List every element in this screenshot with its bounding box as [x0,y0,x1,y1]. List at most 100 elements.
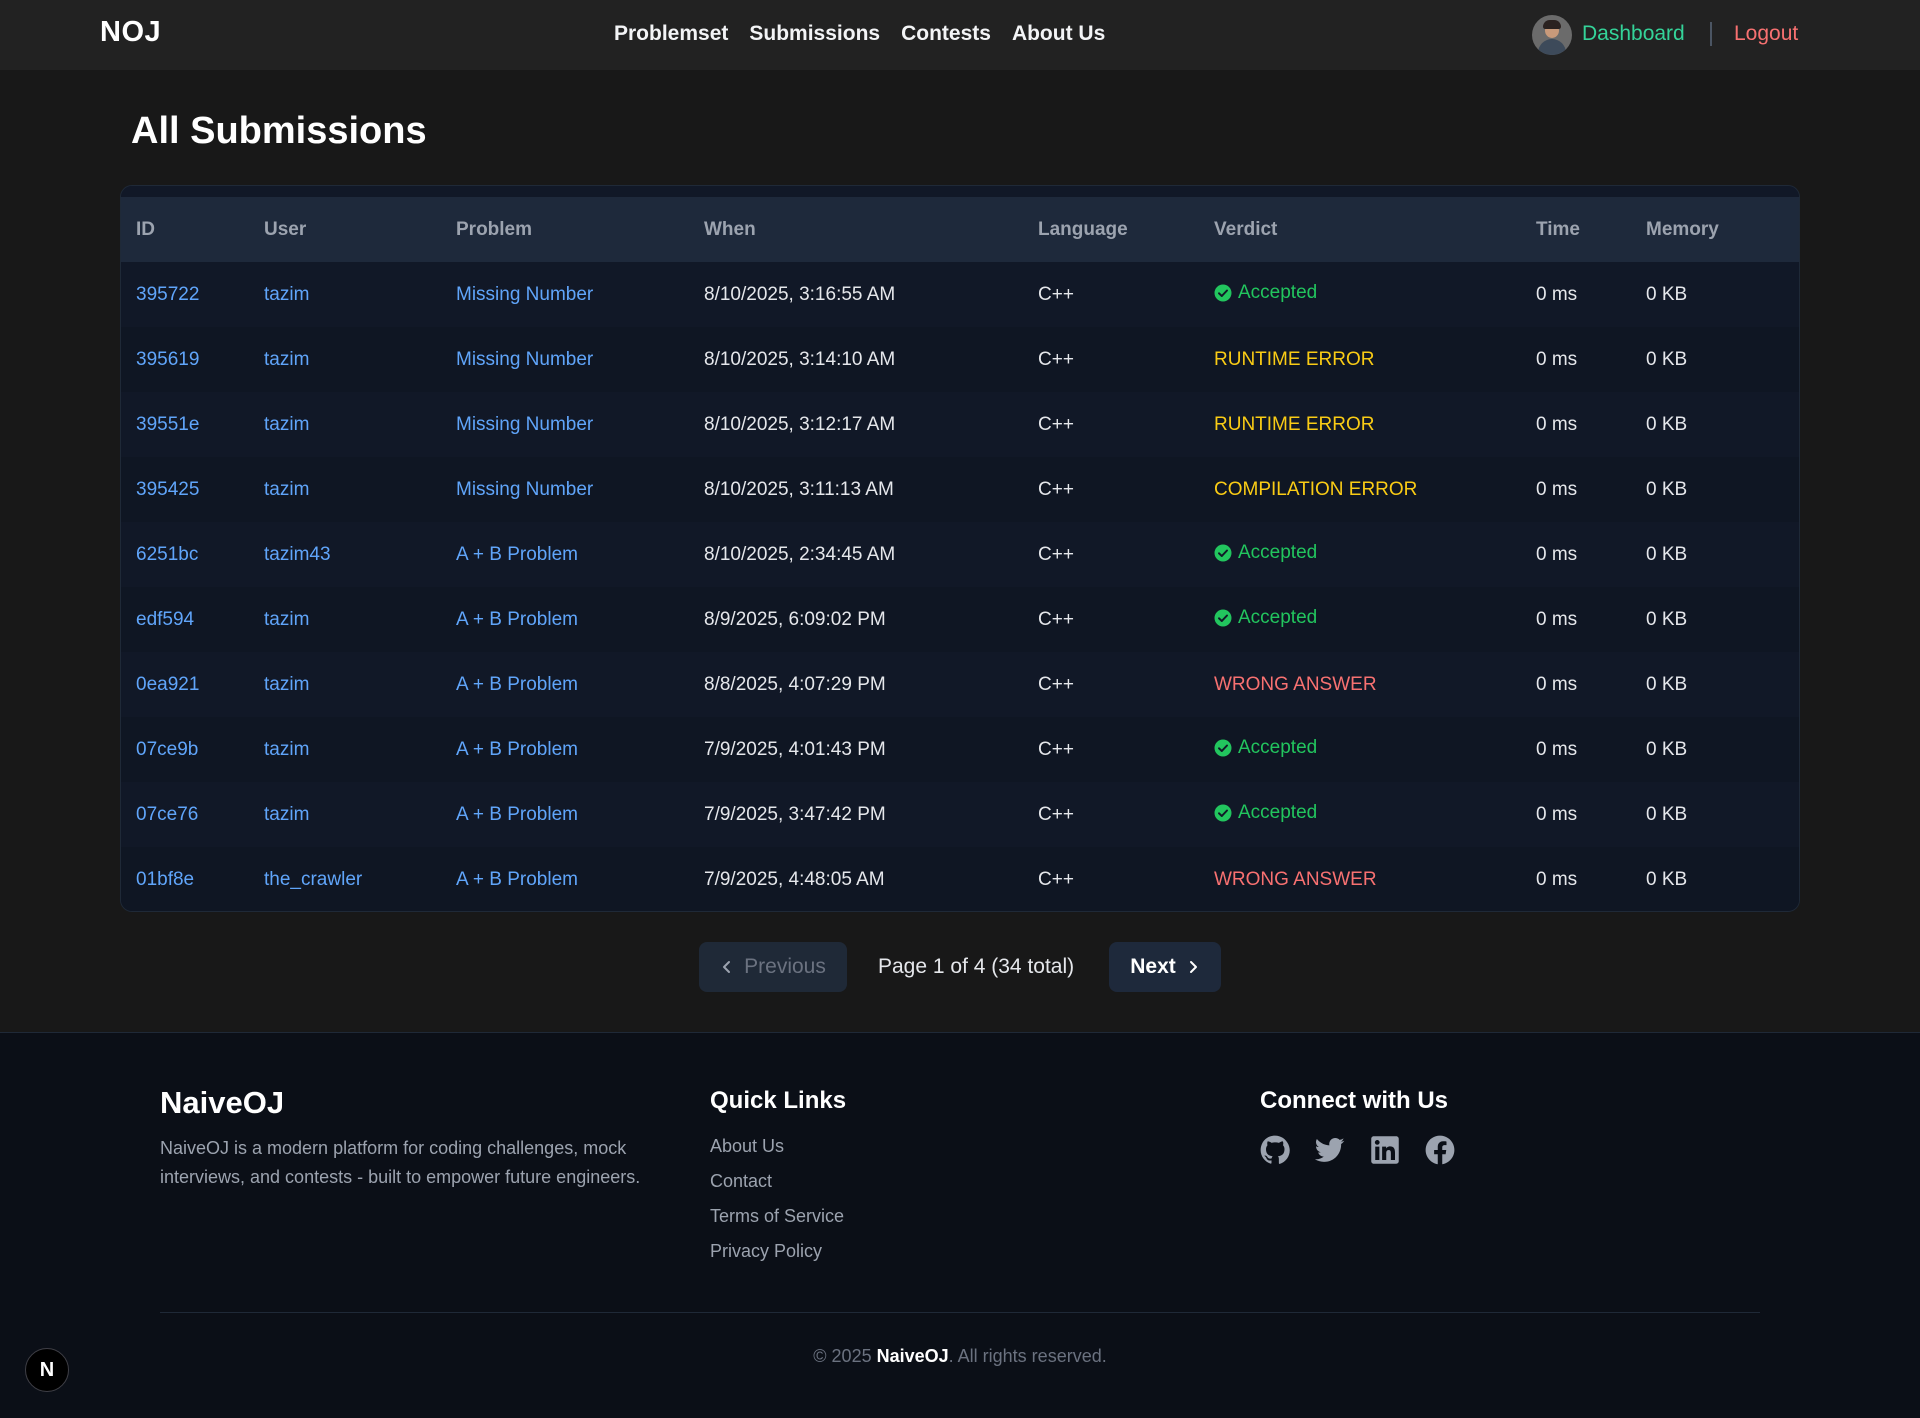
cell-verdict: RUNTIME ERROR [1199,392,1521,457]
cell-user[interactable]: tazim [249,457,441,522]
cell-time: 0 ms [1536,283,1578,305]
cell-id[interactable]: 395722 [121,262,249,327]
cell-id[interactable]: 07ce9b [121,717,249,782]
check-circle-icon [1214,544,1232,561]
user-link[interactable]: tazim [264,609,309,630]
cell-user[interactable]: tazim [249,327,441,392]
connect-heading: Connect with Us [1260,1087,1449,1114]
cell-id[interactable]: 6251bc [121,522,249,587]
cell-id[interactable]: 395619 [121,327,249,392]
cell-problem[interactable]: A + B Problem [441,522,689,587]
footer-link-terms[interactable]: Terms of Service [710,1204,844,1228]
cell-problem[interactable]: Missing Number [441,392,689,457]
cell-id[interactable]: 07ce76 [121,782,249,847]
cell-user[interactable]: tazim [249,262,441,327]
footer-link-contact[interactable]: Contact [710,1169,844,1193]
user-avatar[interactable] [1532,15,1572,55]
previous-button[interactable]: Previous [699,942,847,992]
user-link[interactable]: tazim [264,739,309,760]
cell-verdict: Accepted [1199,782,1521,847]
dashboard-link[interactable]: Dashboard [1582,22,1685,46]
problem-link[interactable]: Missing Number [456,284,593,305]
logout-link[interactable]: Logout [1734,22,1798,46]
submission-id-link[interactable]: 01bf8e [136,869,194,890]
cell-problem[interactable]: A + B Problem [441,587,689,652]
cell-user[interactable]: tazim [249,587,441,652]
twitter-icon[interactable] [1315,1135,1345,1165]
table-row: 395425 tazim Missing Number 8/10/2025, 3:11… [121,457,1799,522]
verdict-text: Accepted [1238,606,1318,628]
submission-id-link[interactable]: 0ea921 [136,674,199,695]
user-link[interactable]: tazim [264,479,309,500]
facebook-icon[interactable] [1425,1135,1455,1165]
cell-user[interactable]: tazim [249,782,441,847]
cell-problem[interactable]: Missing Number [441,457,689,522]
submissions-table-card: ID User Problem When Language Verdict Ti… [120,185,1800,912]
user-link[interactable]: tazim [264,414,309,435]
user-link[interactable]: tazim [264,349,309,370]
problem-link[interactable]: A + B Problem [456,544,578,565]
cell-id[interactable]: 01bf8e [121,847,249,911]
linkedin-icon[interactable] [1370,1135,1400,1165]
cell-id[interactable]: 0ea921 [121,652,249,717]
cell-problem[interactable]: A + B Problem [441,782,689,847]
nav-contests[interactable]: Contests [901,22,991,46]
problem-link[interactable]: Missing Number [456,349,593,370]
user-link[interactable]: tazim [264,284,309,305]
submission-id-link[interactable]: 39551e [136,414,199,435]
cell-user[interactable]: tazim43 [249,522,441,587]
github-icon[interactable] [1260,1135,1290,1165]
nav-about-us[interactable]: About Us [1012,22,1105,46]
next-label: Next [1130,955,1176,978]
verdict-text: Accepted [1238,541,1318,563]
cell-language: C++ [1038,478,1074,500]
cell-memory: 0 KB [1646,478,1688,500]
cell-user[interactable]: tazim [249,717,441,782]
cell-language: C++ [1038,868,1074,890]
table-body: 395722 tazim Missing Number 8/10/2025, 3:16… [121,262,1799,911]
check-circle-icon [1214,804,1232,821]
submission-id-link[interactable]: 07ce76 [136,804,198,825]
next-button[interactable]: Next [1109,942,1221,992]
cell-id[interactable]: 395425 [121,457,249,522]
problem-link[interactable]: A + B Problem [456,804,578,825]
user-link[interactable]: tazim [264,674,309,695]
footer-link-privacy[interactable]: Privacy Policy [710,1239,844,1263]
problem-link[interactable]: A + B Problem [456,609,578,630]
site-logo[interactable]: NOJ [100,16,161,49]
verdict-text: COMPILATION ERROR [1214,478,1418,500]
cell-user[interactable]: tazim [249,392,441,457]
submission-id-link[interactable]: 07ce9b [136,739,198,760]
nextjs-dev-badge[interactable]: N [25,1348,69,1392]
cell-problem[interactable]: Missing Number [441,262,689,327]
submission-id-link[interactable]: 395722 [136,284,199,305]
problem-link[interactable]: A + B Problem [456,739,578,760]
cell-verdict: RUNTIME ERROR [1199,327,1521,392]
user-link[interactable]: the_crawler [264,869,362,890]
cell-problem[interactable]: Missing Number [441,327,689,392]
submission-id-link[interactable]: edf594 [136,609,194,630]
cell-user[interactable]: tazim [249,652,441,717]
cell-id[interactable]: 39551e [121,392,249,457]
chevron-left-icon [723,961,731,973]
user-link[interactable]: tazim [264,804,309,825]
submission-id-link[interactable]: 395619 [136,349,199,370]
problem-link[interactable]: A + B Problem [456,674,578,695]
table-row: 01bf8e the_crawler A + B Problem 7/9/2025, … [121,847,1799,911]
submission-id-link[interactable]: 6251bc [136,544,198,565]
cell-problem[interactable]: A + B Problem [441,717,689,782]
nav-submissions[interactable]: Submissions [749,22,880,46]
table-row: 6251bc tazim43 A + B Problem 8/10/2025, 2:3… [121,522,1799,587]
problem-link[interactable]: A + B Problem [456,869,578,890]
cell-time: 0 ms [1536,673,1578,695]
nav-problemset[interactable]: Problemset [614,22,728,46]
problem-link[interactable]: Missing Number [456,414,593,435]
user-link[interactable]: tazim43 [264,544,331,565]
cell-problem[interactable]: A + B Problem [441,847,689,911]
cell-id[interactable]: edf594 [121,587,249,652]
cell-problem[interactable]: A + B Problem [441,652,689,717]
problem-link[interactable]: Missing Number [456,479,593,500]
footer-link-about-us[interactable]: About Us [710,1134,844,1158]
cell-user[interactable]: the_crawler [249,847,441,911]
submission-id-link[interactable]: 395425 [136,479,199,500]
